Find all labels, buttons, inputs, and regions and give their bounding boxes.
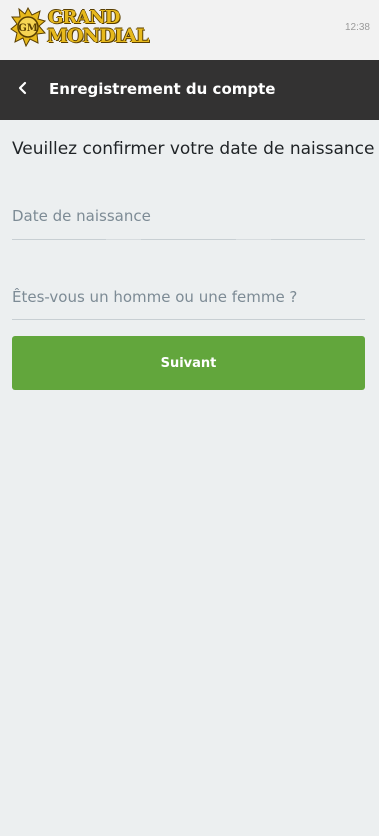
monogram-text: GM bbox=[18, 23, 38, 34]
crest-icon: GM bbox=[10, 7, 46, 47]
dob-day-input-underline[interactable] bbox=[12, 239, 106, 240]
next-button[interactable]: Suivant bbox=[12, 336, 365, 390]
dob-field[interactable]: Date de naissance bbox=[12, 207, 151, 225]
top-bar: GM GRAND MONDIAL 12:38 bbox=[0, 0, 379, 60]
grand-mondial-logo[interactable]: GM GRAND MONDIAL bbox=[10, 7, 150, 51]
dob-year-input-underline[interactable] bbox=[271, 239, 365, 240]
dob-month-input-underline[interactable] bbox=[141, 239, 236, 240]
gender-select[interactable]: Êtes-vous un homme ou une femme ? bbox=[12, 288, 297, 306]
gender-select-underline bbox=[12, 319, 365, 320]
logo-word-mondial: MONDIAL bbox=[47, 25, 149, 47]
dob-separator bbox=[106, 239, 141, 240]
back-button[interactable] bbox=[12, 78, 34, 100]
page-header: Enregistrement du compte bbox=[0, 60, 379, 120]
form-heading: Veuillez confirmer votre date de naissan… bbox=[12, 139, 375, 159]
status-time: 12:38 bbox=[344, 22, 370, 33]
chevron-left-icon bbox=[18, 81, 27, 95]
page-title: Enregistrement du compte bbox=[49, 80, 276, 98]
dob-separator bbox=[236, 239, 271, 240]
